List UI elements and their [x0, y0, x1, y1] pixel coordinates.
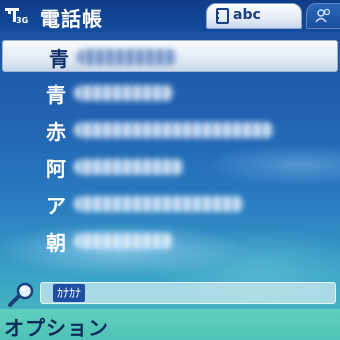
- search-bar: ｶﾅｶﾅ: [0, 279, 340, 307]
- contact-name-redacted: [74, 122, 274, 138]
- page-title: 電話帳: [40, 7, 103, 31]
- contact-name-initial: 朝: [46, 231, 66, 255]
- phonebook-screen: 3G 電話帳 abc 青 青 赤 阿 ア 朝 ｶﾅｶﾅ オプション: [0, 0, 340, 340]
- contact-name-initial: 阿: [46, 157, 66, 181]
- search-input[interactable]: ｶﾅｶﾅ: [40, 282, 336, 304]
- contact-name-redacted: [74, 233, 174, 249]
- tab-groups[interactable]: [306, 3, 340, 29]
- input-mode-badge: ｶﾅｶﾅ: [53, 284, 86, 302]
- contact-name-initial: 青: [49, 47, 69, 71]
- tab-all-contacts[interactable]: abc: [206, 3, 302, 29]
- contact-row[interactable]: 青: [2, 40, 338, 72]
- groups-icon: [315, 8, 331, 23]
- tab-all-contacts-label: abc: [233, 7, 261, 23]
- contact-name-initial: ア: [46, 194, 66, 218]
- contact-row[interactable]: 阿: [0, 151, 340, 183]
- contacts-card-icon: [216, 8, 229, 24]
- contact-row[interactable]: ア: [0, 188, 340, 220]
- contact-row[interactable]: 青: [0, 77, 340, 109]
- title-bar: 3G 電話帳 abc: [0, 0, 340, 32]
- network-type-label: 3G: [16, 16, 29, 25]
- contact-row[interactable]: 赤: [0, 114, 340, 146]
- options-softkey[interactable]: オプション: [4, 312, 109, 340]
- contact-row[interactable]: 朝: [0, 225, 340, 257]
- contact-name-redacted: [77, 49, 177, 65]
- contact-name-initial: 青: [46, 83, 66, 107]
- contact-name-redacted: [74, 196, 244, 212]
- search-icon: [8, 282, 34, 307]
- contact-name-redacted: [74, 159, 184, 175]
- softkey-bar: オプション: [0, 309, 340, 340]
- contact-name-redacted: [74, 85, 174, 101]
- contact-name-initial: 赤: [46, 120, 66, 144]
